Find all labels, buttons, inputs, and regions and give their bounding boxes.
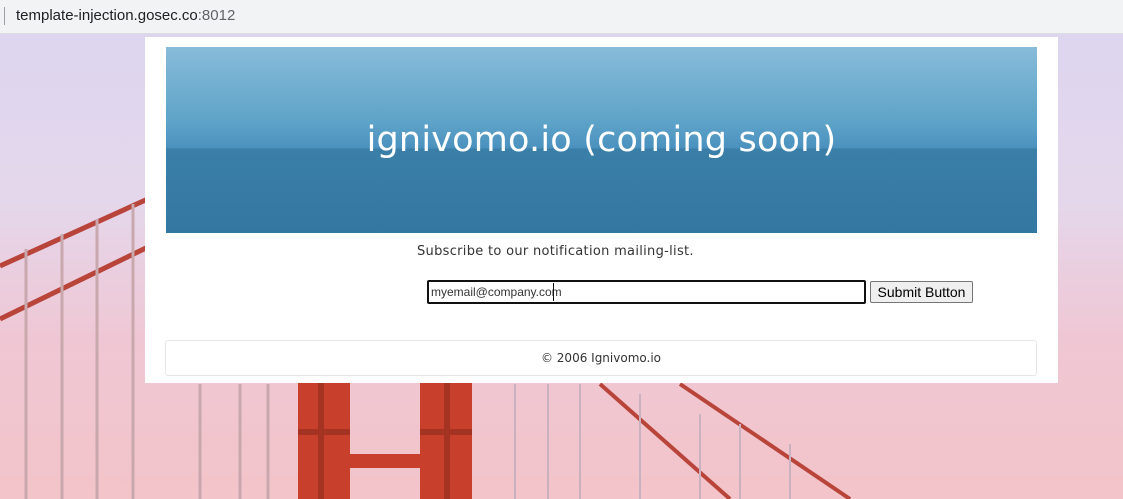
url-port: :8012 <box>197 7 236 24</box>
header-banner: ignivomo.io (coming soon) <box>166 47 1037 233</box>
address-bar-url[interactable]: template-injection.gosec.co:8012 <box>16 7 235 25</box>
email-input[interactable] <box>427 280 866 304</box>
address-bar-caret <box>4 7 5 25</box>
text-cursor <box>553 283 554 301</box>
browser-address-bar[interactable]: template-injection.gosec.co:8012 <box>0 0 1123 34</box>
footer: © 2006 Ignivomo.io <box>165 340 1037 376</box>
url-host: template-injection.gosec.co <box>16 7 198 24</box>
footer-text: © 2006 Ignivomo.io <box>540 351 662 365</box>
page-card: ignivomo.io (coming soon) Subscribe to o… <box>145 37 1058 383</box>
submit-button[interactable]: Submit Button <box>870 281 973 303</box>
subscribe-text: Subscribe to our notification mailing-li… <box>417 244 694 259</box>
banner-title: ignivomo.io (coming soon) <box>366 120 837 160</box>
